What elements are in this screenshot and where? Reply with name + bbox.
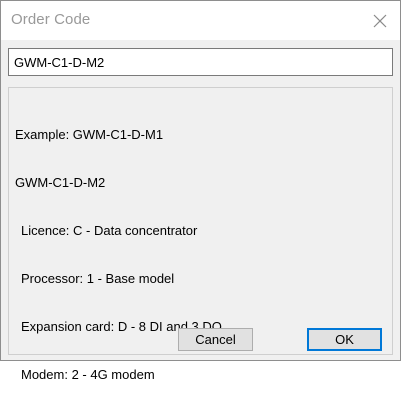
ok-button[interactable]: OK <box>307 328 382 351</box>
cancel-button[interactable]: Cancel <box>178 328 253 351</box>
decoded-code: GWM-C1-D-M2 <box>15 175 106 190</box>
close-button[interactable] <box>366 7 394 35</box>
example-text: Example: GWM-C1-D-M1 <box>15 127 164 142</box>
order-code-description: Example: GWM-C1-D-M1 GWM-C1-D-M2 Licence… <box>15 95 222 415</box>
order-code-input[interactable] <box>8 48 393 76</box>
window-title: Order Code <box>11 11 91 28</box>
modem-detail: Modem: 2 - 4G modem <box>21 367 155 382</box>
order-code-dialog: Order Code Example: GWM-C1-D-M1 GWM-C1-D… <box>0 0 401 382</box>
title-bar: Order Code <box>1 1 400 40</box>
order-code-info-panel: Example: GWM-C1-D-M1 GWM-C1-D-M2 Licence… <box>8 87 393 382</box>
close-icon <box>373 14 387 28</box>
processor-detail: Processor: 1 - Base model <box>21 271 175 286</box>
licence-detail: Licence: C - Data concentrator <box>21 223 198 238</box>
